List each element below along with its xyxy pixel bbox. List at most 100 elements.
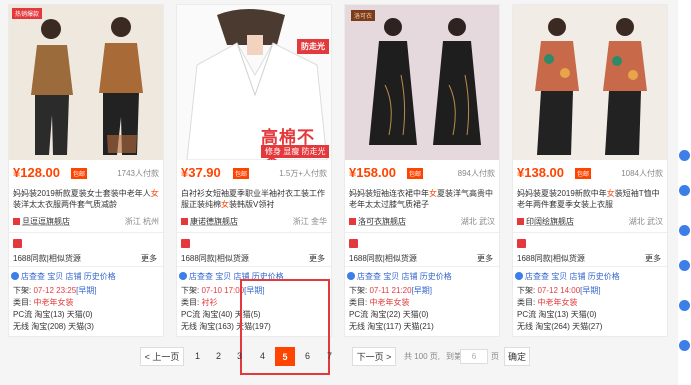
pc-row: PC流 淘宝(13) 天猫(0) <box>13 310 93 319</box>
wireless-row: 无线 淘宝(117) 天猫(21) <box>349 322 434 331</box>
sold-count: 894人付款 <box>457 169 495 178</box>
shop-check-icon <box>179 272 187 280</box>
link-price-history[interactable]: 历史价格 <box>84 272 116 281</box>
divider <box>9 232 163 233</box>
divider <box>345 232 499 233</box>
source-link[interactable]: 1688同款|相似货源 <box>349 253 417 264</box>
product-image[interactable]: 洛可衣 <box>345 5 499 160</box>
more-link[interactable]: 更多 <box>477 253 493 264</box>
product-card[interactable]: 热销爆款 ¥128.00 包邮 1743人付款 妈妈装2019新款夏装女士套装中… <box>8 4 164 337</box>
page-button[interactable]: 2 <box>209 347 228 366</box>
source-link[interactable]: 1688同款|相似货源 <box>181 253 249 264</box>
product-title[interactable]: 妈妈装2019新款夏装女士套装中老年人女装洋太太衣服两件套气质减龄 <box>13 188 161 210</box>
product-title[interactable]: 妈妈装短袖连衣裙中年女夏装洋气高贵中老年太太过膝气质裙子 <box>349 188 497 210</box>
1688-logo-icon <box>517 239 526 248</box>
page-button-active[interactable]: 5 <box>275 347 295 366</box>
free-shipping-badge: 包邮 <box>407 168 424 179</box>
model-photo <box>513 5 667 160</box>
location: 浙江 金华 <box>292 217 327 226</box>
more-link[interactable]: 更多 <box>141 253 157 264</box>
link-store[interactable]: 店铺 <box>569 272 585 281</box>
shop-icon <box>349 218 356 225</box>
divider <box>177 266 331 267</box>
page-button[interactable]: 4 <box>253 347 272 366</box>
link-shop-check[interactable]: 店查查 <box>357 272 381 281</box>
price: ¥37.90 <box>181 165 221 180</box>
link-price-history[interactable]: 历史价格 <box>588 272 620 281</box>
product-image[interactable] <box>513 5 667 160</box>
shop-link[interactable]: 印阔绘旗舰店 <box>517 216 574 227</box>
toolbar-icon[interactable] <box>679 260 690 271</box>
toolbar-icon[interactable] <box>679 225 690 236</box>
next-page-button[interactable]: 下一页 > <box>352 347 396 366</box>
link-store[interactable]: 店铺 <box>401 272 417 281</box>
free-shipping-badge: 包邮 <box>575 168 592 179</box>
toolbar-icon[interactable] <box>679 185 690 196</box>
shop-check-icon <box>11 272 19 280</box>
category-row: 类目: 衬衫 <box>181 298 218 307</box>
location: 湖北 武汉 <box>628 217 663 226</box>
sold-count: 1.5万+人付款 <box>279 169 327 178</box>
product-card[interactable]: ¥138.00 包邮 1084人付款 妈妈装夏装2019新款中年女装短袖T恤中老… <box>512 4 668 337</box>
link-item[interactable]: 宝贝 <box>551 272 567 281</box>
source-link[interactable]: 1688同款|相似货源 <box>517 253 585 264</box>
link-item[interactable]: 宝贝 <box>47 272 63 281</box>
model-photo <box>9 5 163 160</box>
anti-exposure-tag: 防走光 <box>297 39 329 54</box>
link-shop-check[interactable]: 店查查 <box>189 272 213 281</box>
listed-row: 下架: 07-12 23:25[早期] <box>13 286 97 295</box>
page-button[interactable]: 7 <box>320 347 339 366</box>
wireless-row: 无线 淘宝(264) 天猫(27) <box>517 322 603 331</box>
link-shop-check[interactable]: 店查查 <box>525 272 549 281</box>
page-button[interactable]: 6 <box>298 347 317 366</box>
page-number-input[interactable]: 6 <box>460 349 488 364</box>
category-row: 类目: 中老年女装 <box>13 298 74 307</box>
more-link[interactable]: 更多 <box>645 253 661 264</box>
category-row: 类目: 中老年女装 <box>517 298 578 307</box>
link-item[interactable]: 宝贝 <box>383 272 399 281</box>
shop-check-icon <box>515 272 523 280</box>
shop-link[interactable]: 旦逗逗旗舰店 <box>13 216 70 227</box>
shop-link[interactable]: 康诺德旗舰店 <box>181 216 238 227</box>
wireless-row: 无线 淘宝(208) 天猫(3) <box>13 322 94 331</box>
tool-links: 店查查 宝贝 店铺 历史价格 <box>347 271 452 282</box>
link-store[interactable]: 店铺 <box>65 272 81 281</box>
brand-logo: 洛可衣 <box>351 10 376 21</box>
source-link[interactable]: 1688同款|相似货源 <box>13 253 81 264</box>
toolbar-icon[interactable] <box>679 340 690 351</box>
divider <box>9 266 163 267</box>
promo-subline: 修身 显瘦 防走光 <box>261 145 330 158</box>
product-title[interactable]: 白衬衫女短袖夏季职业半袖衬衣工装工作服正装纯棉女装韩版V领衬 <box>181 188 329 210</box>
product-image[interactable]: 热销爆款 <box>9 5 163 160</box>
sold-count: 1743人付款 <box>117 169 159 178</box>
pc-row: PC流 淘宝(22) 天猫(0) <box>349 310 429 319</box>
link-item[interactable]: 宝贝 <box>215 272 231 281</box>
toolbar-icon[interactable] <box>679 150 690 161</box>
more-link[interactable]: 更多 <box>309 253 325 264</box>
page-button[interactable]: 1 <box>188 347 207 366</box>
free-shipping-badge: 包邮 <box>233 168 250 179</box>
sold-count: 1084人付款 <box>621 169 663 178</box>
shop-check-icon <box>347 272 355 280</box>
link-price-history[interactable]: 历史价格 <box>420 272 452 281</box>
shop-icon <box>517 218 524 225</box>
toolbar-icon[interactable] <box>679 300 690 311</box>
product-image[interactable]: 防走光 高棉不透 修身 显瘦 防走光 <box>177 5 331 160</box>
link-shop-check[interactable]: 店查查 <box>21 272 45 281</box>
prev-page-button[interactable]: < 上一页 <box>140 347 184 366</box>
1688-logo-icon <box>349 239 358 248</box>
page-button[interactable]: 3 <box>230 347 249 366</box>
location: 湖北 武汉 <box>460 217 495 226</box>
product-card[interactable]: 洛可衣 ¥158.00 包邮 894人付款 妈妈装短袖连衣裙中年女夏装洋气高贵中… <box>344 4 500 337</box>
divider <box>177 232 331 233</box>
location: 浙江 杭州 <box>124 217 159 226</box>
shop-link[interactable]: 洛可衣旗舰店 <box>349 216 406 227</box>
pc-row: PC流 淘宝(13) 天猫(0) <box>517 310 597 319</box>
confirm-button[interactable]: 确定 <box>504 347 530 366</box>
hot-sale-tag: 热销爆款 <box>12 8 43 19</box>
divider <box>513 266 667 267</box>
product-title[interactable]: 妈妈装夏装2019新款中年女装短袖T恤中老年两件套夏季女装上衣服 <box>517 188 665 210</box>
1688-logo-icon <box>181 239 190 248</box>
tool-links: 店查查 宝贝 店铺 历史价格 <box>11 271 116 282</box>
tool-links: 店查查 宝贝 店铺 历史价格 <box>515 271 620 282</box>
